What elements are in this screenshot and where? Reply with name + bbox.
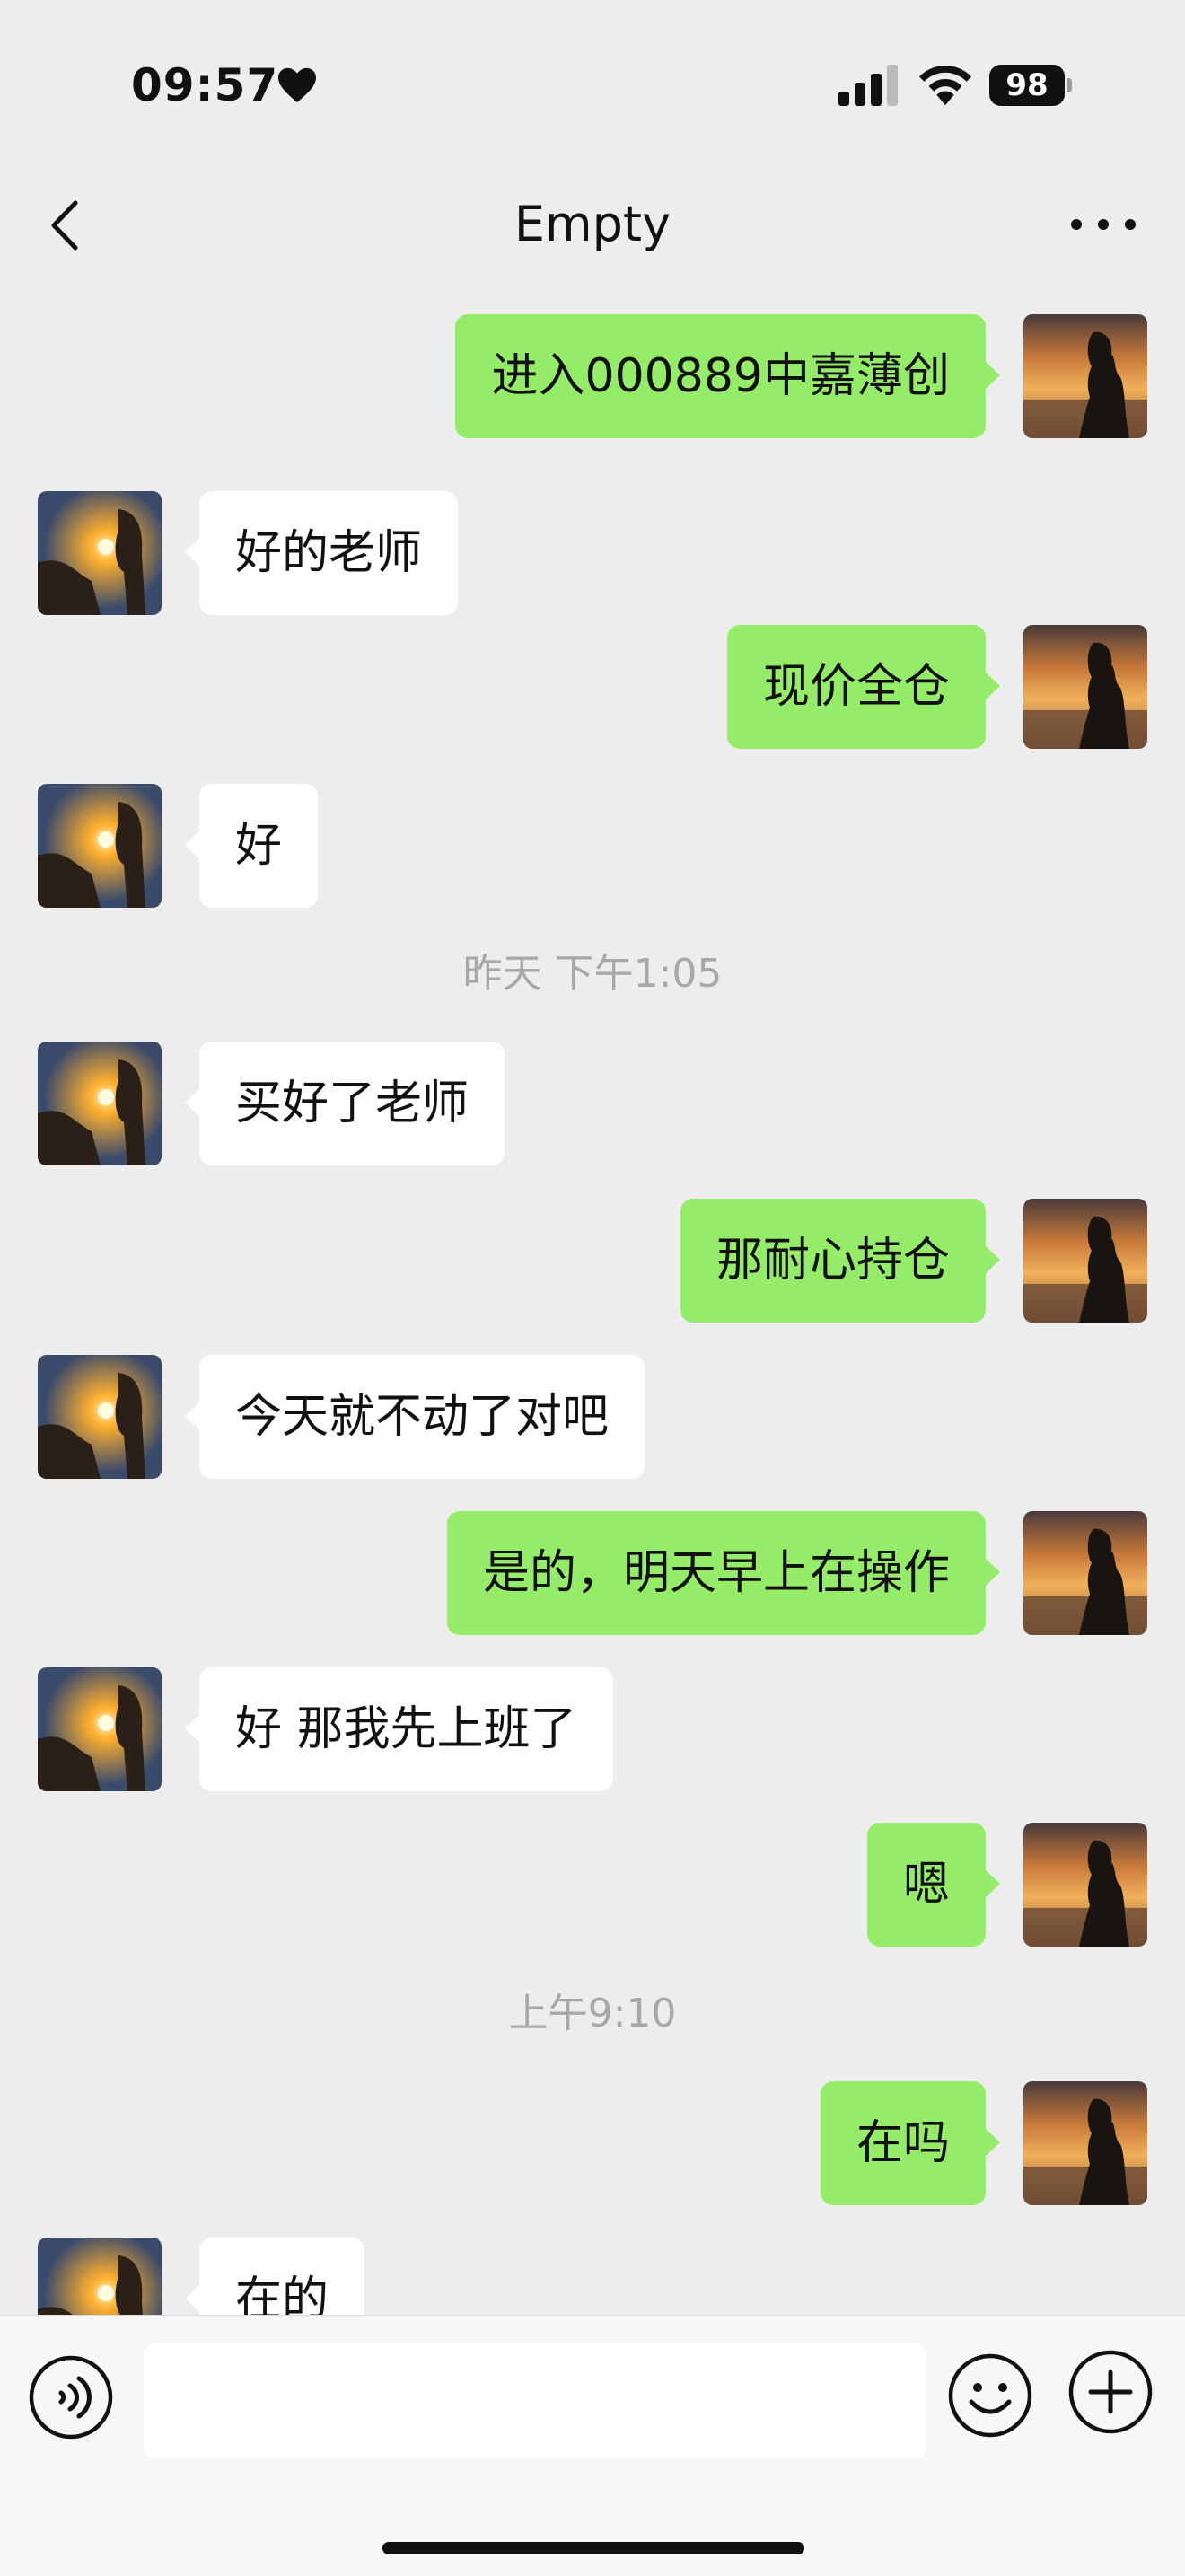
incoming-bubble[interactable]: 好 那我先上班了 — [185, 1667, 613, 1791]
outgoing-bubble[interactable]: 是的，明天早上在操作 — [446, 1511, 1001, 1635]
avatar-self[interactable] — [1023, 1823, 1147, 1947]
avatar-contact[interactable] — [38, 1355, 162, 1479]
outgoing-bubble[interactable]: 进入000889中嘉薄创 — [455, 314, 1000, 438]
avatar-contact[interactable] — [38, 1042, 162, 1165]
avatar-contact[interactable] — [38, 491, 162, 615]
emoji-icon[interactable] — [946, 2352, 1034, 2440]
outgoing-bubble[interactable]: 嗯 — [866, 1823, 1001, 1947]
battery-level: 98 — [989, 65, 1065, 106]
chat-header: Empty — [0, 162, 1185, 287]
battery-indicator: 98 — [989, 65, 1074, 106]
incoming-bubble[interactable]: 好 — [184, 784, 319, 908]
incoming-bubble[interactable]: 买好了老师 — [184, 1042, 505, 1165]
outgoing-bubble[interactable]: 在吗 — [820, 2081, 1001, 2205]
incoming-bubble[interactable]: 今天就不动了对吧 — [184, 1355, 645, 1479]
more-dots-icon[interactable] — [1063, 198, 1144, 251]
heart-icon — [278, 67, 316, 103]
incoming-bubble[interactable]: 好的老师 — [184, 491, 459, 615]
chat-title: Empty — [514, 196, 672, 252]
home-indicator[interactable] — [382, 2542, 804, 2554]
avatar-self[interactable] — [1023, 1199, 1147, 1323]
avatar-self[interactable] — [1023, 314, 1147, 438]
voice-icon[interactable] — [27, 2353, 115, 2441]
status-time: 09:57 — [131, 59, 279, 111]
avatar-contact[interactable] — [38, 1667, 162, 1791]
avatar-self[interactable] — [1023, 1511, 1147, 1635]
status-bar: 09:57 98 — [0, 0, 1185, 162]
timestamp: 上午9:10 — [508, 1991, 677, 2036]
timestamp: 昨天 下午1:05 — [462, 951, 723, 997]
avatar-contact[interactable] — [38, 784, 162, 908]
input-bar — [0, 2315, 1185, 2576]
message-input[interactable] — [144, 2343, 926, 2459]
battery-tip — [1066, 78, 1072, 92]
avatar-self[interactable] — [1023, 2081, 1147, 2205]
outgoing-bubble[interactable]: 那耐心持仓 — [680, 1199, 1001, 1323]
cellular-signal-icon — [838, 65, 898, 106]
outgoing-bubble[interactable]: 现价全仓 — [726, 625, 1001, 749]
plus-icon[interactable] — [1066, 2348, 1154, 2436]
wifi-icon — [918, 66, 972, 106]
avatar-self[interactable] — [1023, 625, 1147, 749]
